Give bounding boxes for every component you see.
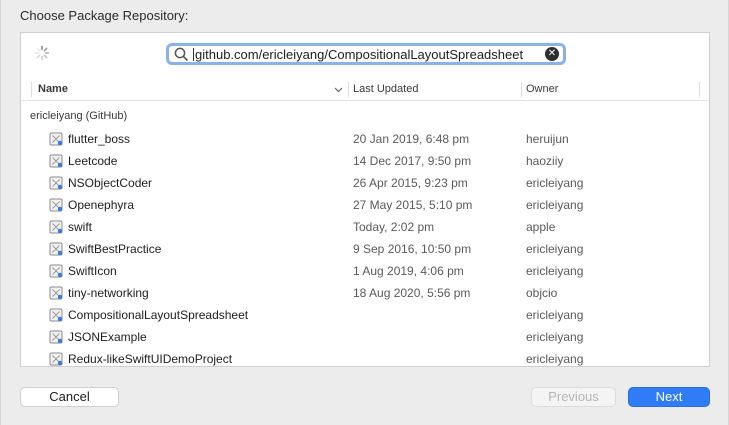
- repo-name: flutter_boss: [68, 132, 131, 146]
- repo-name: CompositionalLayoutSpreadsheet: [68, 308, 249, 322]
- package-icon: [49, 308, 63, 322]
- repo-name: Redux-likeSwiftUIDemoProject: [68, 352, 233, 366]
- package-icon: [49, 176, 63, 190]
- repo-owner: apple: [526, 220, 556, 234]
- package-icon: [49, 330, 63, 344]
- column-name[interactable]: Name: [38, 83, 68, 95]
- repo-owner: ericleiyang: [526, 198, 584, 212]
- previous-button[interactable]: Previous: [531, 387, 616, 407]
- package-icon: [49, 198, 63, 212]
- dialog-title: Choose Package Repository:: [20, 8, 189, 23]
- table-row[interactable]: SwiftIcon 1 Aug 2019, 4:06 pm ericleiyang: [21, 260, 709, 282]
- repository-list: flutter_boss 20 Jan 2019, 6:48 pm heruijun…: [21, 128, 709, 366]
- table-row[interactable]: NSObjectCoder 26 Apr 2015, 9:23 pm ericlei…: [21, 172, 709, 194]
- package-icon: [49, 242, 63, 256]
- table-row[interactable]: swift Today, 2:02 pm apple: [21, 216, 709, 238]
- column-owner[interactable]: Owner: [526, 83, 558, 95]
- table-row[interactable]: flutter_boss 20 Jan 2019, 6:48 pm heruijun: [21, 128, 709, 150]
- repo-last-updated: 1 Aug 2019, 4:06 pm: [353, 264, 464, 278]
- repo-owner: ericleiyang: [526, 330, 584, 344]
- package-icon: [49, 264, 63, 278]
- repo-last-updated: 14 Dec 2017, 9:50 pm: [353, 154, 472, 168]
- repo-name: Openephyra: [68, 198, 135, 212]
- next-button[interactable]: Next: [628, 387, 710, 407]
- package-icon: [49, 132, 63, 146]
- repo-last-updated: 18 Aug 2020, 5:56 pm: [353, 286, 471, 300]
- table-row[interactable]: CompositionalLayoutSpreadsheet ericleiyan…: [21, 304, 709, 326]
- package-icon: [49, 352, 63, 366]
- repo-name: SwiftBestPractice: [68, 242, 162, 256]
- table-row[interactable]: JSONExample ericleiyang: [21, 326, 709, 348]
- cancel-button[interactable]: Cancel: [20, 387, 119, 407]
- repo-owner: ericleiyang: [526, 352, 584, 366]
- table-header: Name Last Updated Owner: [21, 79, 709, 101]
- search-icon: [174, 47, 188, 61]
- repo-last-updated: 27 May 2015, 5:10 pm: [353, 198, 473, 212]
- search-field[interactable]: github.com/ericleiyang/CompositionalLayo…: [166, 43, 566, 65]
- package-dialog: Choose Package Repository: github.com/er…: [0, 0, 729, 425]
- repo-last-updated: Today, 2:02 pm: [353, 220, 435, 234]
- repo-owner: ericleiyang: [526, 264, 584, 278]
- group-header: ericleiyang (GitHub): [30, 110, 128, 122]
- column-divider: [699, 82, 700, 97]
- package-icon: [49, 220, 63, 234]
- chevron-down-icon[interactable]: [334, 85, 343, 94]
- repo-owner: haoziiy: [526, 154, 564, 168]
- repo-last-updated: 20 Jan 2019, 6:48 pm: [353, 132, 470, 146]
- repo-name: tiny-networking: [68, 286, 149, 300]
- search-input[interactable]: github.com/ericleiyang/CompositionalLayo…: [195, 47, 545, 62]
- table-row[interactable]: Redux-likeSwiftUIDemoProject ericleiyang: [21, 348, 709, 366]
- repo-owner: ericleiyang: [526, 308, 584, 322]
- package-icon: [49, 154, 63, 168]
- repository-panel: github.com/ericleiyang/CompositionalLayo…: [20, 32, 710, 367]
- repo-owner: ericleiyang: [526, 242, 584, 256]
- column-last-updated[interactable]: Last Updated: [353, 83, 418, 95]
- repo-last-updated: 9 Sep 2016, 10:50 pm: [353, 242, 472, 256]
- spinner-icon: [34, 45, 50, 61]
- repo-last-updated: 26 Apr 2015, 9:23 pm: [353, 176, 468, 190]
- repo-owner: ericleiyang: [526, 176, 584, 190]
- clear-icon[interactable]: ✕: [545, 47, 559, 61]
- repo-owner: heruijun: [526, 132, 569, 146]
- column-divider: [31, 82, 32, 97]
- repo-name: swift: [68, 220, 92, 234]
- column-divider: [521, 82, 522, 97]
- table-row[interactable]: Openephyra 27 May 2015, 5:10 pm ericleiyan…: [21, 194, 709, 216]
- repo-owner: objcio: [526, 286, 558, 300]
- repo-name: SwiftIcon: [68, 264, 117, 278]
- table-row[interactable]: Leetcode 14 Dec 2017, 9:50 pm haoziiy: [21, 150, 709, 172]
- package-icon: [49, 286, 63, 300]
- repo-name: JSONExample: [68, 330, 147, 344]
- repo-name: NSObjectCoder: [68, 176, 153, 190]
- text-caret: [193, 47, 194, 61]
- repo-name: Leetcode: [68, 154, 118, 168]
- column-divider: [348, 82, 349, 97]
- table-row[interactable]: SwiftBestPractice 9 Sep 2016, 10:50 pm eri…: [21, 238, 709, 260]
- table-row[interactable]: tiny-networking 18 Aug 2020, 5:56 pm objci…: [21, 282, 709, 304]
